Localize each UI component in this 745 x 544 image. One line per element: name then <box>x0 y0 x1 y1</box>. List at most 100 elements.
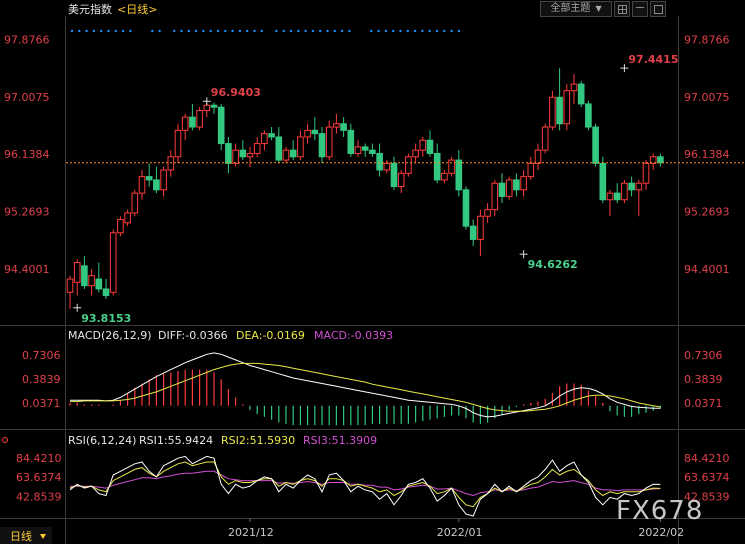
event-dot <box>384 29 388 33</box>
candle-body <box>311 129 319 135</box>
event-dot <box>129 29 132 33</box>
event-dot <box>85 29 88 33</box>
candle-body <box>563 90 571 125</box>
rsi-tick-left-2: 42.8539 <box>16 491 62 504</box>
date-tick-1: 2022/01 <box>437 526 483 539</box>
chart-title: 美元指数 <box>68 2 112 16</box>
candle-body <box>412 149 419 158</box>
event-dot <box>348 29 351 33</box>
candle-body <box>455 159 463 191</box>
event-dot <box>121 29 125 33</box>
candle-body <box>340 123 347 131</box>
candle-body <box>138 176 146 194</box>
candle-body <box>397 172 405 188</box>
candle-body <box>109 232 117 293</box>
event-dot <box>304 29 307 33</box>
candlestick-series <box>66 68 664 309</box>
candle-body <box>390 162 398 188</box>
candle-body <box>153 179 160 191</box>
price-annotation-3: 93.8153 <box>81 312 131 325</box>
price-annotation-0: 96.9403 <box>211 86 261 99</box>
candle-body <box>210 104 218 108</box>
price-tick-right-2: 96.1384 <box>684 148 730 161</box>
event-dot <box>238 29 242 33</box>
grid-toggle-button[interactable] <box>614 1 630 17</box>
candle-body <box>419 139 427 151</box>
rsi-tick-left-1: 63.6374 <box>16 471 62 484</box>
period-label: <日线> <box>117 2 157 16</box>
maximize-button[interactable] <box>650 1 666 17</box>
candle-body <box>433 152 441 181</box>
event-dot <box>194 29 198 33</box>
event-dot <box>377 29 380 33</box>
candle-body <box>297 136 304 158</box>
minimize-button[interactable] <box>632 1 648 17</box>
candle-body <box>592 126 599 164</box>
candle-body <box>117 219 124 234</box>
macd-dea-line <box>70 362 661 412</box>
event-dot <box>246 29 249 33</box>
candle-body <box>318 133 326 158</box>
candle-body <box>167 156 175 171</box>
macd-title: MACD(26,12,9) <box>68 329 152 342</box>
macd-value-legend: MACD:-0.0393 <box>314 329 393 342</box>
watermark: FX678 <box>616 496 703 526</box>
theme-dropdown[interactable]: 全部主题 ▼ <box>540 1 612 17</box>
event-dot <box>413 29 417 33</box>
rsi-tick-right-1: 63.6374 <box>684 471 730 484</box>
price-tick-left-1: 97.0075 <box>4 91 50 104</box>
event-dot <box>275 29 278 33</box>
price-tick-right-3: 95.2693 <box>684 206 730 219</box>
candle-body <box>657 156 664 164</box>
event-dot <box>100 29 103 33</box>
candle-body <box>613 192 621 201</box>
event-dot <box>187 29 190 33</box>
candle-body <box>203 104 211 112</box>
event-dot <box>392 29 395 33</box>
event-dot <box>78 29 81 33</box>
price-tick-left-2: 96.1384 <box>4 148 50 161</box>
market-chart: 美元指数 <日线> 97.8766 97.8766 97.0075 97.0075 96… <box>0 2 745 544</box>
maximize-icon <box>653 5 663 14</box>
rsi-tick-left-0: 84.4210 <box>16 452 62 465</box>
event-dot <box>340 29 344 33</box>
event-dot <box>158 29 161 33</box>
macd-dea-legend: DEA:-0.0169 <box>236 329 305 342</box>
candle-body <box>426 139 434 154</box>
candle-body <box>405 156 412 174</box>
candle-body <box>513 179 520 191</box>
event-dot <box>231 29 234 33</box>
macd-tick-right-0: 0.7306 <box>684 349 723 362</box>
candle-body <box>124 212 131 224</box>
candle-body <box>196 110 203 128</box>
candle-body <box>225 143 232 164</box>
candle-body <box>556 96 563 125</box>
candle-body <box>520 176 527 191</box>
candle-body <box>268 133 275 138</box>
candle-body <box>498 182 506 197</box>
event-dot <box>70 29 74 33</box>
candle-body <box>333 123 340 128</box>
event-dot <box>260 29 263 33</box>
event-dot <box>326 29 329 33</box>
candle-body <box>606 192 614 201</box>
candle-body <box>95 278 103 290</box>
macd-tick-right-1: 0.3839 <box>684 373 723 386</box>
candle-body <box>585 103 592 128</box>
macd-diff-legend: DIFF:-0.0366 <box>158 329 228 342</box>
candle-body <box>469 225 477 240</box>
candle-body <box>577 83 585 105</box>
settings-dot-icon[interactable] <box>2 437 8 443</box>
candle-body <box>174 129 182 158</box>
event-dot <box>428 29 431 33</box>
candle-body <box>484 209 491 217</box>
event-dot <box>370 29 373 33</box>
candle-body <box>448 159 455 174</box>
price-annotation-2: 94.6262 <box>528 258 578 271</box>
candle-body <box>145 176 153 181</box>
event-dot <box>399 29 402 33</box>
candle-body <box>361 146 369 151</box>
event-dot <box>421 29 424 33</box>
event-dot <box>224 29 227 33</box>
event-dot <box>209 29 212 33</box>
